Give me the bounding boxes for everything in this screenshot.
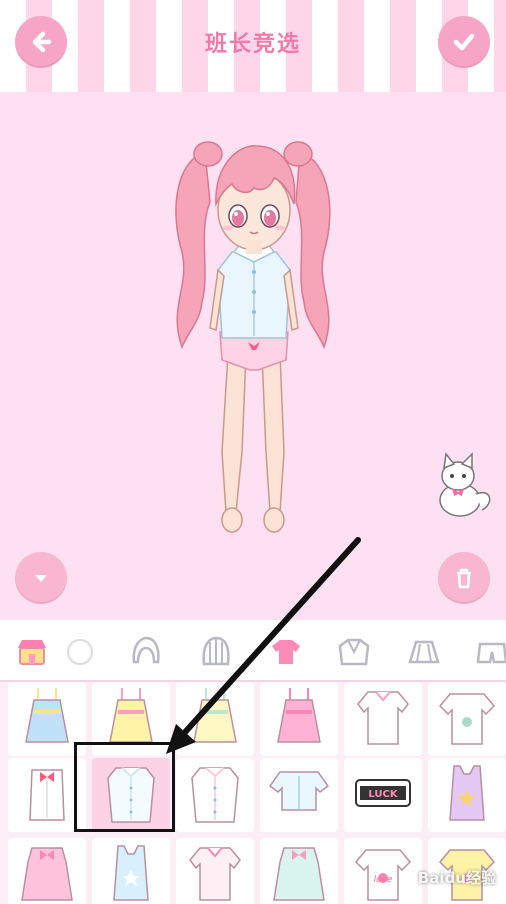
- watermark: Baidu经验: [417, 869, 496, 887]
- tutorial-arrow: [166, 537, 361, 754]
